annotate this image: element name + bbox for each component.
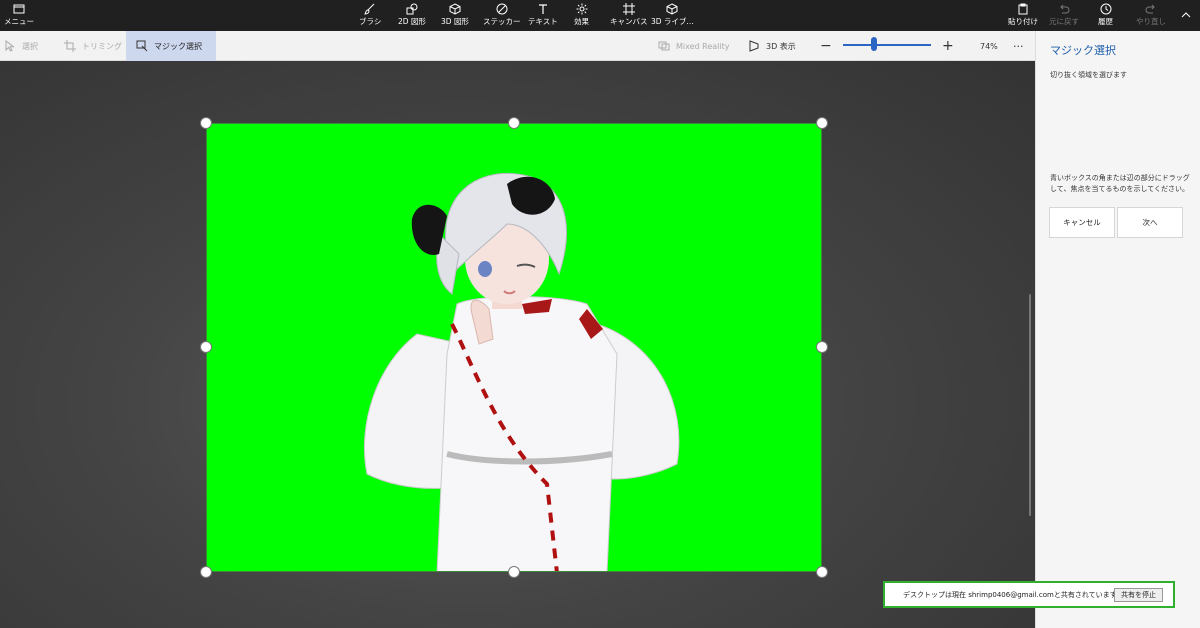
magic-select-panel: マジック選択 切り抜く領域を選びます 青いボックスの角または辺の部分にドラッグし… bbox=[1035, 31, 1200, 628]
tool-brush[interactable]: ブラシ bbox=[359, 3, 381, 26]
tool-3d-shapes[interactable]: 3D 図形 bbox=[441, 3, 469, 26]
magic-select-tool[interactable]: マジック選択 bbox=[126, 31, 216, 61]
minus-icon: − bbox=[820, 38, 832, 54]
history-label: 履歴 bbox=[1098, 17, 1113, 26]
undo-button[interactable]: 元に戻す bbox=[1049, 3, 1079, 26]
zoom-in-button[interactable]: + bbox=[942, 31, 954, 61]
tool-text[interactable]: テキスト bbox=[528, 3, 558, 26]
handle-top-left[interactable] bbox=[200, 117, 212, 129]
tool-3d-library[interactable]: 3D ライブ... bbox=[651, 3, 694, 26]
panel-title: マジック選択 bbox=[1050, 44, 1116, 57]
panel-hint: 切り抜く領域を選びます bbox=[1050, 71, 1127, 79]
redo-label: やり直し bbox=[1136, 17, 1166, 26]
more-options-button[interactable]: ··· bbox=[1013, 31, 1024, 61]
share-message: デスクトップは現在 shrimp0406@gmail.comと共有されています。 bbox=[903, 590, 1123, 599]
handle-top-center[interactable] bbox=[508, 117, 520, 129]
next-button[interactable]: 次へ bbox=[1117, 207, 1183, 238]
crop-label: トリミング bbox=[82, 41, 122, 51]
tool-brush-label: ブラシ bbox=[359, 17, 382, 26]
tool-canvas[interactable]: キャンバス bbox=[610, 3, 648, 26]
magic-select-label: マジック選択 bbox=[154, 41, 202, 51]
2d-shapes-icon bbox=[406, 3, 418, 15]
ellipsis-icon: ··· bbox=[1013, 39, 1024, 53]
clipboard-icon bbox=[1018, 3, 1028, 15]
menu-button[interactable]: メニュー bbox=[4, 3, 34, 26]
chevron-up-icon bbox=[1181, 12, 1191, 18]
tool-2d-shapes[interactable]: 2D 図形 bbox=[398, 3, 426, 26]
tool-3d-library-label: 3D ライブ... bbox=[651, 17, 694, 26]
tool-sticker-label: ステッカー bbox=[483, 17, 521, 26]
brush-icon bbox=[364, 3, 375, 15]
handle-bottom-left[interactable] bbox=[200, 566, 212, 578]
canvas-icon bbox=[622, 3, 635, 15]
zoom-slider-track[interactable] bbox=[843, 44, 931, 46]
cancel-button[interactable]: キャンセル bbox=[1049, 207, 1115, 238]
undo-icon bbox=[1060, 4, 1070, 14]
effects-icon bbox=[576, 3, 587, 15]
plus-icon: + bbox=[942, 38, 954, 54]
zoom-slider-thumb[interactable] bbox=[870, 37, 877, 51]
mixed-reality-icon bbox=[658, 41, 670, 51]
pointer-icon bbox=[5, 40, 15, 52]
3d-library-icon bbox=[666, 3, 678, 15]
tool-effects[interactable]: 効果 bbox=[574, 3, 589, 26]
tool-canvas-label: キャンバス bbox=[610, 17, 648, 26]
3d-view-button[interactable]: 3D 表示 bbox=[748, 31, 796, 61]
redo-icon bbox=[1145, 4, 1155, 14]
tool-2d-shapes-label: 2D 図形 bbox=[398, 17, 426, 26]
mixed-reality-label: Mixed Reality bbox=[676, 41, 730, 51]
handle-middle-left[interactable] bbox=[200, 341, 212, 353]
vertical-scrollbar[interactable] bbox=[1029, 294, 1031, 516]
tool-sticker[interactable]: ステッカー bbox=[483, 3, 521, 26]
menu-label: メニュー bbox=[4, 17, 34, 26]
text-icon bbox=[538, 4, 547, 14]
3d-view-label: 3D 表示 bbox=[766, 41, 796, 51]
handle-middle-right[interactable] bbox=[816, 341, 828, 353]
character-illustration bbox=[363, 172, 680, 571]
stop-sharing-button[interactable]: 共有を停止 bbox=[1114, 588, 1163, 602]
tool-effects-label: 効果 bbox=[574, 17, 589, 26]
handle-bottom-right[interactable] bbox=[816, 566, 828, 578]
tool-text-label: テキスト bbox=[528, 17, 558, 26]
secondary-toolbar: 選択 トリミング マジック選択 Mixed Reality 3D 表示 − + … bbox=[0, 31, 1035, 61]
paste-label: 貼り付け bbox=[1008, 17, 1038, 26]
collapse-toolbar-button[interactable] bbox=[1180, 9, 1192, 23]
tool-3d-shapes-label: 3D 図形 bbox=[441, 17, 469, 26]
select-tool[interactable]: 選択 bbox=[4, 31, 38, 61]
crop-tool[interactable]: トリミング bbox=[64, 31, 122, 61]
magic-select-icon bbox=[136, 40, 148, 52]
crop-icon bbox=[64, 40, 76, 52]
zoom-out-button[interactable]: − bbox=[820, 31, 832, 61]
screen-share-notification: デスクトップは現在 shrimp0406@gmail.comと共有されています。… bbox=[883, 581, 1175, 608]
zoom-level[interactable]: 74% bbox=[980, 31, 998, 61]
canvas-image[interactable] bbox=[206, 123, 822, 572]
3d-view-icon bbox=[749, 40, 759, 52]
history-button[interactable]: 履歴 bbox=[1098, 3, 1113, 26]
handle-top-right[interactable] bbox=[816, 117, 828, 129]
paste-button[interactable]: 貼り付け bbox=[1008, 3, 1038, 26]
history-icon bbox=[1100, 3, 1111, 15]
undo-label: 元に戻す bbox=[1049, 17, 1079, 26]
menu-folder-icon bbox=[13, 4, 25, 14]
3d-shapes-icon bbox=[449, 3, 461, 15]
select-label: 選択 bbox=[22, 41, 38, 51]
sticker-icon bbox=[496, 3, 508, 15]
handle-bottom-center[interactable] bbox=[508, 566, 520, 578]
redo-button[interactable]: やり直し bbox=[1136, 3, 1166, 26]
top-toolbar: メニュー ブラシ 2D 図形 3D 図形 ステッカー テキスト 効果 キャンバス… bbox=[0, 0, 1200, 31]
mixed-reality-button[interactable]: Mixed Reality bbox=[658, 31, 730, 61]
panel-description: 青いボックスの角または辺の部分にドラッグして、焦点を当てるものを示してください。 bbox=[1050, 174, 1190, 193]
